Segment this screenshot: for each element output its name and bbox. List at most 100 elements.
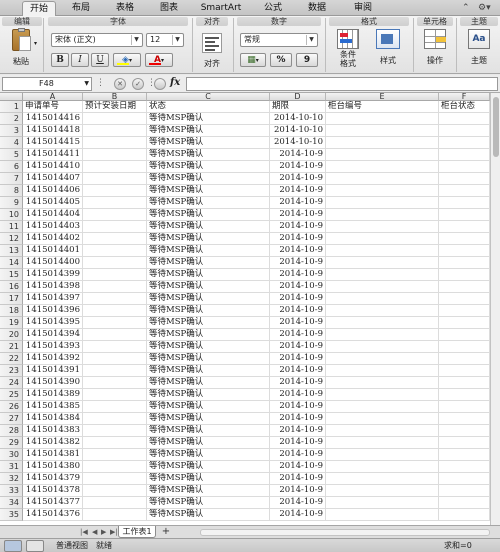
percent-button[interactable]: % <box>270 53 292 67</box>
cell-e[interactable] <box>326 161 439 173</box>
cell-c[interactable]: 等待MSP确认 <box>147 173 270 185</box>
tab-layout[interactable]: 布局 <box>64 1 98 16</box>
cell-f[interactable] <box>439 365 490 377</box>
cell-d[interactable]: 2014-10-10 <box>270 125 326 137</box>
column-header-d[interactable]: D <box>270 93 326 101</box>
bold-button[interactable]: B <box>51 53 69 67</box>
cell-d[interactable]: 2014-10-9 <box>270 149 326 161</box>
row-header[interactable]: 19 <box>0 317 23 329</box>
conditional-format-button[interactable]: 条件 格式 <box>330 29 366 68</box>
cell-d[interactable]: 2014-10-9 <box>270 425 326 437</box>
cell-f[interactable] <box>439 137 490 149</box>
cell-d[interactable]: 2014-10-9 <box>270 173 326 185</box>
cell-a[interactable]: 1415014394 <box>23 329 83 341</box>
cell-b[interactable] <box>83 257 147 269</box>
cell-a[interactable]: 1415014381 <box>23 449 83 461</box>
cell-d[interactable]: 2014-10-9 <box>270 341 326 353</box>
cell-e[interactable] <box>326 293 439 305</box>
cell-e[interactable] <box>326 257 439 269</box>
cell-d[interactable]: 2014-10-9 <box>270 449 326 461</box>
cell-b[interactable] <box>83 209 147 221</box>
cell-a[interactable]: 1415014396 <box>23 305 83 317</box>
cell-c[interactable]: 等待MSP确认 <box>147 305 270 317</box>
cell-b[interactable] <box>83 221 147 233</box>
normal-view-icon[interactable] <box>4 540 22 552</box>
cell-d[interactable]: 2014-10-9 <box>270 389 326 401</box>
cell-d[interactable]: 2014-10-9 <box>270 413 326 425</box>
cell-a[interactable]: 1415014395 <box>23 317 83 329</box>
cell-a[interactable]: 1415014390 <box>23 377 83 389</box>
cell-c[interactable]: 等待MSP确认 <box>147 341 270 353</box>
cell-a[interactable]: 1415014399 <box>23 269 83 281</box>
column-header-b[interactable]: B <box>83 93 147 101</box>
cell-b[interactable] <box>83 377 147 389</box>
row-header[interactable]: 32 <box>0 473 23 485</box>
cell-b[interactable] <box>83 149 147 161</box>
cell-f[interactable] <box>439 149 490 161</box>
cell-c[interactable]: 等待MSP确认 <box>147 161 270 173</box>
cell-f[interactable] <box>439 413 490 425</box>
row-header[interactable]: 17 <box>0 293 23 305</box>
cell-d[interactable]: 2014-10-9 <box>270 221 326 233</box>
cell-b[interactable] <box>83 161 147 173</box>
cell-d[interactable]: 2014-10-9 <box>270 209 326 221</box>
italic-button[interactable]: I <box>71 53 89 67</box>
cell-c[interactable]: 等待MSP确认 <box>147 185 270 197</box>
cell-f[interactable] <box>439 377 490 389</box>
page-layout-view-icon[interactable] <box>26 540 44 552</box>
cell-e[interactable] <box>326 233 439 245</box>
cell-e[interactable] <box>326 353 439 365</box>
cell-b[interactable] <box>83 509 147 521</box>
number-format-select[interactable]: 常规 ▼ <box>240 33 318 47</box>
cell-f[interactable] <box>439 485 490 497</box>
cell-b[interactable] <box>83 305 147 317</box>
cell-e[interactable] <box>326 425 439 437</box>
row-header[interactable]: 16 <box>0 281 23 293</box>
row-header[interactable]: 2 <box>0 113 23 125</box>
row-header[interactable]: 1 <box>0 101 23 113</box>
cell-c[interactable]: 等待MSP确认 <box>147 137 270 149</box>
cell-e[interactable] <box>326 149 439 161</box>
row-header[interactable]: 25 <box>0 389 23 401</box>
cell-d[interactable]: 2014-10-9 <box>270 245 326 257</box>
cell-a[interactable]: 1415014378 <box>23 485 83 497</box>
cell-b[interactable] <box>83 425 147 437</box>
cell-e[interactable] <box>326 449 439 461</box>
cell-a[interactable]: 申请单号 <box>23 101 83 113</box>
cell-e[interactable] <box>326 485 439 497</box>
cell-f[interactable] <box>439 293 490 305</box>
horizontal-scrollbar[interactable] <box>200 529 490 536</box>
row-header[interactable]: 35 <box>0 509 23 521</box>
cell-f[interactable] <box>439 425 490 437</box>
row-header[interactable]: 13 <box>0 245 23 257</box>
cell-a[interactable]: 1415014406 <box>23 185 83 197</box>
cell-f[interactable] <box>439 389 490 401</box>
comma-style-button[interactable]: 9 <box>296 53 318 67</box>
cell-a[interactable]: 1415014380 <box>23 461 83 473</box>
vertical-scroll-thumb[interactable] <box>493 97 499 157</box>
cell-f[interactable] <box>439 437 490 449</box>
cell-e[interactable] <box>326 269 439 281</box>
cell-f[interactable] <box>439 329 490 341</box>
select-all-corner[interactable] <box>0 93 23 101</box>
cell-d[interactable]: 2014-10-9 <box>270 473 326 485</box>
fill-color-button[interactable]: ◈▾ <box>113 53 141 67</box>
row-header[interactable]: 28 <box>0 425 23 437</box>
cell-c[interactable]: 等待MSP确认 <box>147 221 270 233</box>
cell-c[interactable]: 等待MSP确认 <box>147 293 270 305</box>
font-color-button[interactable]: A▾ <box>145 53 173 67</box>
cell-f[interactable] <box>439 281 490 293</box>
row-header[interactable]: 14 <box>0 257 23 269</box>
row-header[interactable]: 27 <box>0 413 23 425</box>
cell-c[interactable]: 等待MSP确认 <box>147 497 270 509</box>
cell-a[interactable]: 1415014391 <box>23 365 83 377</box>
cell-a[interactable]: 1415014379 <box>23 473 83 485</box>
cell-e[interactable] <box>326 281 439 293</box>
cell-f[interactable] <box>439 245 490 257</box>
cell-e[interactable] <box>326 377 439 389</box>
row-header[interactable]: 18 <box>0 305 23 317</box>
row-header[interactable]: 5 <box>0 149 23 161</box>
cell-a[interactable]: 1415014398 <box>23 281 83 293</box>
cell-e[interactable] <box>326 113 439 125</box>
row-header[interactable]: 9 <box>0 197 23 209</box>
